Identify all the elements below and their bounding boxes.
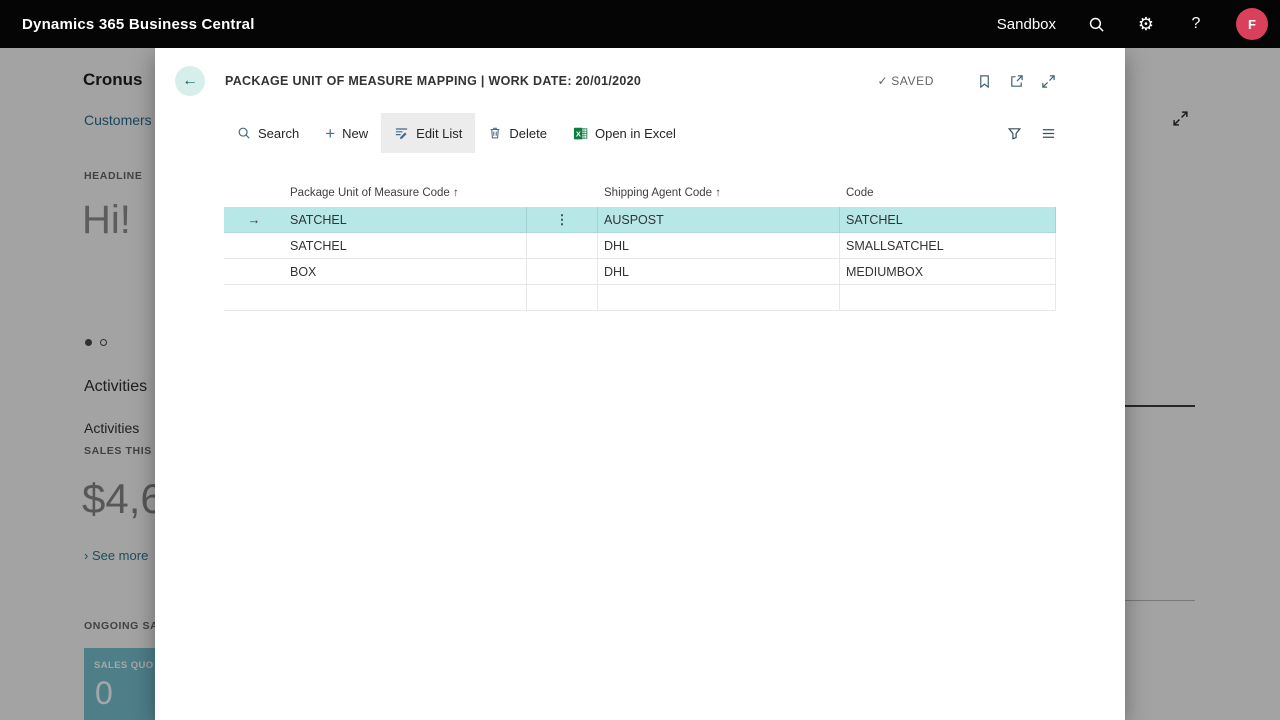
edit-list-label: Edit List (416, 126, 462, 141)
active-row-indicator-icon: → (224, 207, 284, 232)
delete-label: Delete (509, 126, 547, 141)
open-in-excel-label: Open in Excel (595, 126, 676, 141)
topbar: Dynamics 365 Business Central Sandbox ⚙ … (0, 0, 1280, 48)
workspace-background: Cronus Customers HEADLINE Hi! Activities… (0, 48, 1280, 720)
open-in-window-icon[interactable] (1008, 73, 1024, 89)
table-row[interactable]: → SATCHEL ⋮ AUSPOST SATCHEL (224, 207, 1056, 233)
cell-code[interactable]: SMALLSATCHEL (840, 233, 1056, 258)
app-title[interactable]: Dynamics 365 Business Central (22, 16, 255, 33)
new-button[interactable]: + New (312, 113, 381, 153)
delete-button[interactable]: Delete (475, 113, 560, 153)
table-row[interactable]: BOX DHL MEDIUMBOX (224, 259, 1056, 285)
package-uom-mapping-dialog: ← PACKAGE UNIT OF MEASURE MAPPING | WORK… (155, 48, 1125, 720)
gear-icon[interactable]: ⚙ (1136, 14, 1156, 34)
row-options-cell (527, 259, 598, 284)
edit-list-button[interactable]: Edit List (381, 113, 475, 153)
check-icon: ✓ (878, 74, 889, 88)
screen: Dynamics 365 Business Central Sandbox ⚙ … (0, 0, 1280, 720)
row-more-options-icon[interactable]: ⋮ (527, 207, 598, 232)
cell-package-uom[interactable]: BOX (284, 259, 527, 284)
header-package-uom-code[interactable]: Package Unit of Measure Code ↑ (284, 187, 527, 199)
new-label: New (342, 126, 368, 141)
cell-code[interactable]: SATCHEL (840, 207, 1056, 232)
cell-package-uom[interactable] (284, 285, 527, 310)
cell-package-uom[interactable]: SATCHEL (284, 207, 527, 232)
filter-icon[interactable] (1006, 125, 1022, 141)
row-selection-cell (224, 259, 284, 284)
row-selection-cell (224, 285, 284, 310)
row-options-cell (527, 233, 598, 258)
help-icon[interactable]: ? (1186, 14, 1206, 34)
edit-list-icon (394, 126, 409, 141)
search-icon (237, 126, 251, 140)
topbar-right: Sandbox ⚙ ? F (997, 8, 1268, 40)
dialog-title: PACKAGE UNIT OF MEASURE MAPPING | WORK D… (225, 74, 641, 88)
cell-shipping-agent[interactable] (598, 285, 840, 310)
avatar[interactable]: F (1236, 8, 1268, 40)
open-in-excel-button[interactable]: X Open in Excel (560, 113, 689, 153)
table-row-empty[interactable] (224, 285, 1056, 311)
search-button[interactable]: Search (224, 113, 312, 153)
environment-badge[interactable]: Sandbox (997, 16, 1056, 33)
header-code[interactable]: Code (840, 187, 1056, 199)
trash-icon (488, 126, 502, 140)
dialog-header-actions: ✓ SAVED (878, 73, 1056, 89)
excel-icon: X (573, 126, 588, 141)
saved-label: SAVED (891, 74, 934, 88)
plus-icon: + (325, 125, 335, 142)
cell-code[interactable]: MEDIUMBOX (840, 259, 1056, 284)
header-shipping-agent-code[interactable]: Shipping Agent Code ↑ (598, 187, 840, 199)
cell-code[interactable] (840, 285, 1056, 310)
cell-shipping-agent[interactable]: DHL (598, 259, 840, 284)
search-icon[interactable] (1086, 14, 1106, 34)
dialog-toolbar: Search + New Edit List Delete (224, 113, 1056, 153)
expand-icon[interactable] (1040, 73, 1056, 89)
dialog-header: ← PACKAGE UNIT OF MEASURE MAPPING | WORK… (155, 48, 1125, 96)
svg-text:X: X (576, 129, 581, 138)
saved-status: ✓ SAVED (878, 74, 934, 88)
cell-package-uom[interactable]: SATCHEL (284, 233, 527, 258)
search-label: Search (258, 126, 299, 141)
back-button[interactable]: ← (175, 66, 205, 96)
table-header-row: Package Unit of Measure Code ↑ Shipping … (224, 179, 1056, 207)
table-row[interactable]: SATCHEL DHL SMALLSATCHEL (224, 233, 1056, 259)
mapping-table: Package Unit of Measure Code ↑ Shipping … (224, 179, 1056, 311)
cell-shipping-agent[interactable]: AUSPOST (598, 207, 840, 232)
bookmark-icon[interactable] (976, 73, 992, 89)
cell-shipping-agent[interactable]: DHL (598, 233, 840, 258)
row-options-cell (527, 285, 598, 310)
list-options-icon[interactable] (1040, 125, 1056, 141)
row-selection-cell (224, 233, 284, 258)
